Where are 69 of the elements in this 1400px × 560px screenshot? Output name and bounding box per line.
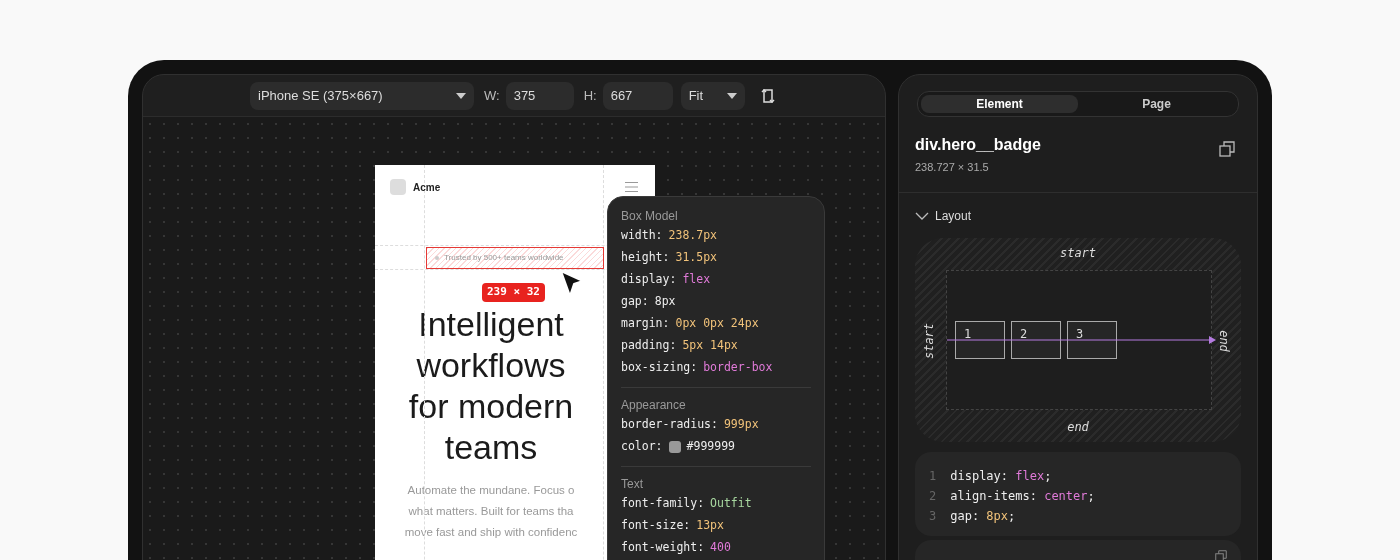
heading-line: workflows [416, 345, 566, 386]
property-name: color: [621, 438, 663, 456]
property-name: margin: [621, 315, 670, 333]
property-value: 0px 0px 24px [675, 315, 759, 333]
code-line: gap: 8px; [950, 507, 1016, 525]
width-field[interactable]: 375 [505, 81, 574, 110]
axis-label: start [921, 322, 938, 359]
width-label: W: [484, 86, 500, 105]
property-value: #999999 [686, 438, 735, 456]
line-number: 2 [929, 487, 937, 505]
code-line: display: flex; [950, 467, 1052, 485]
section-title: Appearance [621, 397, 687, 414]
tab[interactable]: Element [921, 95, 1078, 113]
property-name: gap: [621, 293, 649, 311]
axis-label: start [1058, 244, 1098, 262]
property-name: border-radius: [621, 416, 718, 434]
heading-line: for modern [408, 386, 574, 427]
caret-icon [726, 92, 737, 99]
property-value: 8px [654, 293, 676, 311]
property-name: padding: [621, 337, 677, 355]
property-value: 999px [723, 416, 759, 434]
flex-item: 3 [1067, 320, 1117, 359]
property-name: width: [621, 227, 663, 245]
property-value: 5px 14px [682, 337, 738, 355]
property-value: 13px [696, 517, 724, 535]
property-value: 238.7px [668, 227, 717, 245]
axis-label: end [1066, 418, 1090, 436]
logo-square [390, 179, 406, 195]
property-value: 31.5px [675, 249, 717, 267]
property-name: font-weight: [621, 539, 705, 557]
property-value: flex [682, 271, 711, 289]
caret-icon [456, 92, 466, 99]
section-title: Box Model [621, 208, 679, 225]
copy-icon[interactable] [1215, 549, 1227, 560]
property-name: font-size: [621, 517, 691, 535]
tab[interactable]: Page [1078, 95, 1235, 113]
line-number: 3 [929, 507, 937, 525]
hero-badge: Trusted by 500+ teams worldwide [426, 247, 604, 269]
paragraph-line: what matters. Built for teams tha [408, 504, 574, 519]
paragraph-line: Automate the mundane. Focus o [407, 483, 575, 498]
element-name: div.hero__badge [915, 135, 1041, 155]
device-dropdown[interactable]: iPhone SE (375×667) [250, 81, 474, 110]
line-number: 1 [929, 467, 937, 485]
copy-icon[interactable] [1219, 141, 1235, 157]
flex-item: 1 [955, 320, 1005, 359]
heading-line: Intelligent [418, 304, 564, 345]
menu-icon[interactable] [625, 182, 638, 192]
size-label: 239 × 32 [482, 283, 545, 302]
axis-label: end [1216, 329, 1233, 352]
property-value: Outfit [710, 495, 752, 513]
heading-line: teams [444, 427, 538, 468]
section-title: Text [621, 476, 644, 493]
property-name: height: [621, 249, 670, 267]
code-line: align-items: center; [950, 487, 1095, 505]
flex-item: 2 [1011, 320, 1061, 359]
paragraph-line: move fast and ship with confidenc [404, 525, 578, 540]
element-dimensions: 238.727 × 31.5 [915, 160, 990, 175]
property-name: font-family: [621, 495, 705, 513]
property-value: border-box [703, 359, 773, 377]
brand-name: Acme [413, 180, 441, 195]
color-swatch [668, 441, 681, 453]
height-label: H: [583, 86, 597, 105]
property-name: box-sizing: [621, 359, 698, 377]
rotate-icon[interactable] [760, 87, 775, 104]
layout-section-header[interactable]: Layout [899, 206, 1257, 225]
zoom-dropdown[interactable]: Fit [680, 81, 745, 110]
height-field[interactable]: 667 [602, 81, 673, 110]
property-name: display: [621, 271, 677, 289]
property-value: 400 [710, 539, 731, 557]
